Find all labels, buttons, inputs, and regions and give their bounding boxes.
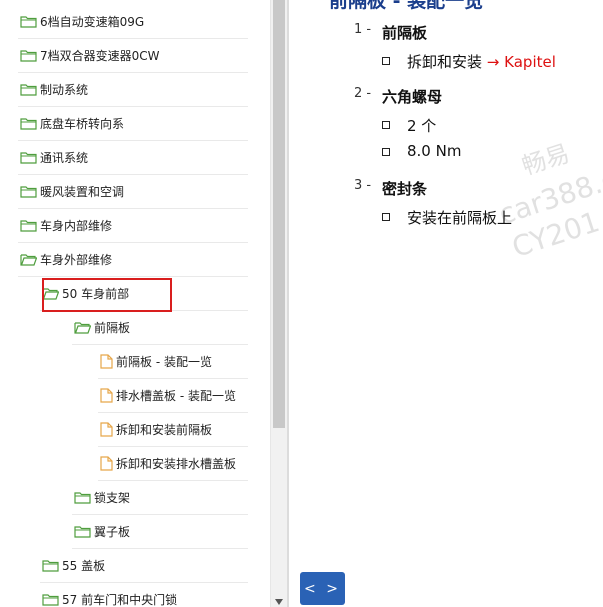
- tree-item-label: 翼子板: [94, 525, 131, 539]
- tree-item[interactable]: 制动系统: [20, 73, 88, 106]
- tree-item-label: 排水槽盖板 - 装配一览: [116, 389, 236, 403]
- step-bullet: 拆卸和安装 → Kapitel: [407, 51, 556, 72]
- tree-item-label: 前隔板 - 装配一览: [116, 355, 212, 369]
- prev-next-button[interactable]: < >: [300, 572, 345, 605]
- step-heading: 密封条: [382, 180, 428, 198]
- document-icon: [100, 456, 113, 471]
- tree-item[interactable]: 暖风装置和空调: [20, 175, 124, 208]
- folder-icon: [20, 185, 37, 198]
- tree-item[interactable]: 通讯系统: [20, 141, 88, 174]
- step-bullet: 2 个: [407, 117, 437, 135]
- tree-item[interactable]: 车身外部维修: [20, 243, 112, 276]
- bullet-square-icon: [382, 57, 390, 65]
- arrow-right-icon: →: [486, 53, 500, 71]
- folder-icon: [20, 83, 37, 96]
- scrollbar-thumb[interactable]: [273, 0, 285, 428]
- page-title: 前隔板 - 装配一览: [329, 0, 484, 12]
- tree-item-label: 前隔板: [94, 321, 131, 335]
- bullet-square-icon: [382, 121, 390, 129]
- kapitel-link[interactable]: Kapitel: [504, 53, 556, 71]
- tree-item[interactable]: 前隔板: [74, 311, 130, 344]
- watermark-text: 畅易: [518, 139, 573, 181]
- document-icon: [100, 388, 113, 403]
- folder-icon: [74, 491, 91, 504]
- tree-item[interactable]: 锁支架: [74, 481, 130, 514]
- tree-item[interactable]: 57 前车门和中央门锁: [42, 583, 177, 607]
- content-pane: 前隔板 - 装配一览 畅易 car388.c CY201 1 - 前隔板 拆卸和…: [289, 0, 603, 607]
- folder-icon: [20, 15, 37, 28]
- step-number: 3 -: [354, 178, 372, 193]
- step-heading: 前隔板: [382, 24, 428, 42]
- step-bullet: 安装在前隔板上: [407, 209, 513, 227]
- folder-icon: [42, 559, 59, 572]
- tree-item-label: 拆卸和安装前隔板: [116, 423, 213, 437]
- tree-item[interactable]: 翼子板: [74, 515, 130, 548]
- step-number: 2 -: [354, 86, 372, 101]
- tree-item-label: 制动系统: [40, 83, 89, 97]
- folder-icon: [74, 525, 91, 538]
- bullet-text: 拆卸和安装: [407, 53, 483, 71]
- tree-item-label: 拆卸和安装排水槽盖板: [116, 457, 237, 471]
- tree-item-label: 7档双合器变速器0CW: [40, 49, 160, 63]
- tree-item-label: 57 前车门和中央门锁: [62, 593, 178, 607]
- document-icon: [100, 422, 113, 437]
- tree-item[interactable]: 底盘车桥转向系: [20, 107, 124, 140]
- step-bullet: 8.0 Nm: [407, 142, 462, 160]
- step-number: 1 -: [354, 22, 372, 37]
- tree-item[interactable]: 车身内部维修: [20, 209, 112, 242]
- tree-item[interactable]: 排水槽盖板 - 装配一览: [100, 379, 236, 412]
- bullet-square-icon: [382, 148, 390, 156]
- bullet-square-icon: [382, 213, 390, 221]
- tree-item[interactable]: 拆卸和安装前隔板: [100, 413, 212, 446]
- scroll-down-arrow-icon[interactable]: [274, 598, 284, 606]
- tree-item-label: 车身内部维修: [40, 219, 113, 233]
- tree-item[interactable]: 55 盖板: [42, 549, 105, 582]
- step-heading: 六角螺母: [382, 88, 443, 106]
- tree-item[interactable]: 7档双合器变速器0CW: [20, 39, 160, 72]
- tree-item-label: 车身外部维修: [40, 253, 113, 267]
- folder-icon: [20, 219, 37, 232]
- tree-item-label: 55 盖板: [62, 559, 106, 573]
- folder-open-icon: [20, 253, 38, 266]
- folder-icon: [20, 49, 37, 62]
- tree-item-label: 6档自动变速箱09G: [40, 15, 145, 29]
- tree-item[interactable]: 前隔板 - 装配一览: [100, 345, 212, 378]
- tree-item[interactable]: 拆卸和安装排水槽盖板: [100, 447, 236, 480]
- document-icon: [100, 354, 113, 369]
- tree-item[interactable]: 6档自动变速箱09G: [20, 5, 144, 38]
- folder-icon: [20, 151, 37, 164]
- tree-item-label: 通讯系统: [40, 151, 89, 165]
- tree-item-label: 暖风装置和空调: [40, 185, 125, 199]
- tree-scrollbar[interactable]: [270, 0, 287, 607]
- highlight-box: [42, 278, 172, 312]
- tree-item-label: 锁支架: [94, 491, 131, 505]
- folder-icon: [20, 117, 37, 130]
- tree-item-label: 底盘车桥转向系: [40, 117, 125, 131]
- folder-icon: [42, 593, 59, 606]
- folder-open-icon: [74, 321, 92, 334]
